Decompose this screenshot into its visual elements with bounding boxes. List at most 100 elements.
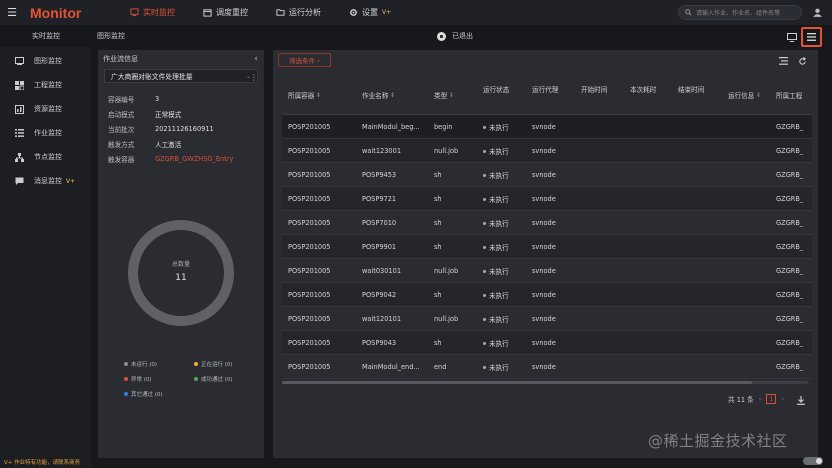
watermark: @稀土掘金技术社区 [648, 432, 788, 450]
legend-item[interactable]: 成功通过 (0) [194, 375, 233, 383]
table-cell: 未执行 [483, 139, 509, 163]
sort-icon: ▲ ▼ [317, 91, 320, 98]
table-cell-text: GZGRB_ [776, 267, 804, 275]
image-icon [15, 57, 24, 65]
table-cell: GZGRB_ [776, 115, 803, 139]
table-row[interactable]: POSP201005 POSP9721 sh 未执行 svnode GZGRB_ [282, 187, 812, 211]
collapse-chevron-icon[interactable]: ‹ [254, 54, 258, 64]
info-value-trigger-container[interactable]: GZGRB_GWZHSG_Entry [155, 155, 233, 163]
table-cell: svnode [532, 139, 556, 163]
status-dot [483, 173, 486, 177]
table-row[interactable]: POSP201005 wait123001 null.job 未执行 svnode GZG… [282, 139, 812, 163]
topnav-run-analysis[interactable]: 运行分析 [262, 0, 335, 25]
sidebar-item-label: 工程监控 [34, 81, 62, 89]
sidebar-item-resource-monitor[interactable]: 资源监控 [0, 97, 92, 121]
topnav-settings[interactable]: 设置 V+ [335, 0, 405, 25]
table-cell: wait030101 [362, 259, 401, 283]
table-row[interactable]: POSP201005 POSP9043 sh 未执行 svnode GZGRB_ [282, 331, 812, 355]
col-header[interactable]: 所属容器 ▲ ▼ [288, 90, 320, 101]
col-header[interactable]: 运行信息 ▲ ▼ [728, 90, 760, 101]
table-cell: wait123001 [362, 139, 401, 163]
table-cell: 未执行 [483, 331, 509, 355]
col-header-label: 类型 [434, 92, 448, 100]
col-header[interactable]: 开始时间 [581, 86, 611, 95]
search-input[interactable]: 请输入作业、作业名、组件名等 [678, 5, 802, 20]
legend-item[interactable]: 其它通过 (0) [124, 390, 163, 398]
legend-item[interactable]: 未运行 (0) [124, 360, 157, 368]
topnav-realtime-monitor[interactable]: 实时监控 [116, 0, 189, 25]
col-header[interactable]: 本次耗时 [630, 86, 660, 95]
prev-page-icon[interactable]: ‹ [759, 395, 762, 403]
col-header-label: 运行信息 [728, 92, 755, 100]
search-icon [685, 9, 692, 16]
table-cell: wait120101 [362, 307, 401, 331]
column-settings-icon[interactable] [777, 55, 789, 67]
sidebar-item-project-monitor[interactable]: 工程监控 [0, 73, 92, 97]
table-cell-text: GZGRB_ [776, 123, 804, 131]
sidebar-item-job-monitor[interactable]: 作业监控 [0, 121, 92, 145]
col-header[interactable]: 运行状态 [483, 86, 513, 95]
sidebar-item-message-monitor[interactable]: 消息监控 V+ [0, 169, 92, 193]
list-view-button[interactable] [801, 27, 822, 47]
table-cell: POSP201005 [288, 187, 331, 211]
table-row[interactable]: POSP201005 POSP9901 sh 未执行 svnode GZGRB_ [282, 235, 812, 259]
table-cell: svnode [532, 187, 556, 211]
col-header-label: 所属工程 [776, 92, 803, 100]
list-icon [807, 33, 816, 41]
legend-item[interactable]: 异常 (0) [124, 375, 152, 383]
table-row[interactable]: POSP201005 POSP7010 sh 未执行 svnode GZGRB_ [282, 211, 812, 235]
table-cell: GZGRB_ [776, 211, 803, 235]
download-icon[interactable] [795, 394, 807, 406]
legend-swatch [194, 362, 198, 366]
sidebar-item-graph-monitor[interactable]: 图形监控 [0, 49, 92, 73]
user-icon[interactable] [812, 7, 823, 18]
table-cell-text: svnode [532, 315, 556, 323]
table-cell: sh [434, 283, 442, 307]
topnav-schedule-control[interactable]: 调度重控 [189, 0, 262, 25]
table-cell-text: POSP201005 [288, 147, 331, 155]
col-header[interactable]: 结束时间 [678, 86, 708, 95]
col-header[interactable]: 运行代理 [532, 86, 562, 95]
table-cell: POSP201005 [288, 139, 331, 163]
sidebar: 图形监控 工程监控 资源监控 作业监控 节点监控 消息监控 V+ [0, 47, 92, 468]
scrollbar-thumb[interactable] [282, 381, 752, 384]
status-dot [483, 197, 486, 201]
screen-icon[interactable] [786, 31, 798, 43]
pagination: 共 11 条 ‹ 1 › [728, 394, 784, 404]
table-cell: POSP201005 [288, 355, 331, 379]
legend-item[interactable]: 正在运行 (0) [194, 360, 233, 368]
next-page-icon[interactable]: › [781, 395, 784, 403]
table-cell: POSP201005 [288, 163, 331, 187]
job-table: 所属容器 ▲ ▼ 作业名称 ▲ ▼ 类型 ▲ ▼ 运行状态 运行代理 开始时间 本次耗时 结… [282, 80, 812, 379]
filter-button[interactable]: 筛选条件 › [278, 53, 331, 67]
col-header-label: 运行状态 [483, 86, 510, 94]
table-row[interactable]: POSP201005 POSP9042 sh 未执行 svnode GZGRB_ [282, 283, 812, 307]
refresh-icon[interactable] [796, 55, 808, 67]
table-row[interactable]: POSP201005 MainModul_end... end 未执行 svnode GZ… [282, 355, 812, 379]
hamburger-menu-icon[interactable]: ☰ [0, 6, 24, 19]
col-header-label: 所属容器 [288, 92, 315, 100]
table-cell: GZGRB_ [776, 187, 803, 211]
table-cell-text: begin [434, 123, 453, 131]
table-row[interactable]: POSP201005 MainModul_beg... begin 未执行 svnode… [282, 115, 812, 139]
job-flow-select[interactable]: 广大商圈对账文件处理批量 ⌄ [104, 69, 258, 83]
table-cell: GZGRB_ [776, 235, 803, 259]
table-cell-text: POSP201005 [288, 267, 331, 275]
table-cell-text: wait030101 [362, 267, 402, 275]
table-row[interactable]: POSP201005 wait120101 null.job 未执行 svnode GZG… [282, 307, 812, 331]
horizontal-scrollbar[interactable] [282, 381, 808, 384]
col-header[interactable]: 所属工程 [776, 90, 802, 100]
table-cell: svnode [532, 283, 556, 307]
table-cell: GZGRB_ [776, 355, 803, 379]
col-header[interactable]: 作业名称 ▲ ▼ [362, 90, 394, 101]
table-row[interactable]: POSP201005 wait030101 null.job 未执行 svnode GZG… [282, 259, 812, 283]
table-cell: svnode [532, 259, 556, 283]
theme-toggle[interactable] [803, 457, 823, 465]
col-header[interactable]: 类型 ▲ ▼ [434, 90, 453, 101]
table-cell-text: wait120101 [362, 315, 402, 323]
table-cell-text: POSP201005 [288, 243, 331, 251]
more-options-icon[interactable]: ⋮ [250, 73, 258, 82]
sidebar-item-node-monitor[interactable]: 节点监控 [0, 145, 92, 169]
table-row[interactable]: POSP201005 POSP9453 sh 未执行 svnode GZGRB_ [282, 163, 812, 187]
page-number[interactable]: 1 [766, 394, 777, 404]
